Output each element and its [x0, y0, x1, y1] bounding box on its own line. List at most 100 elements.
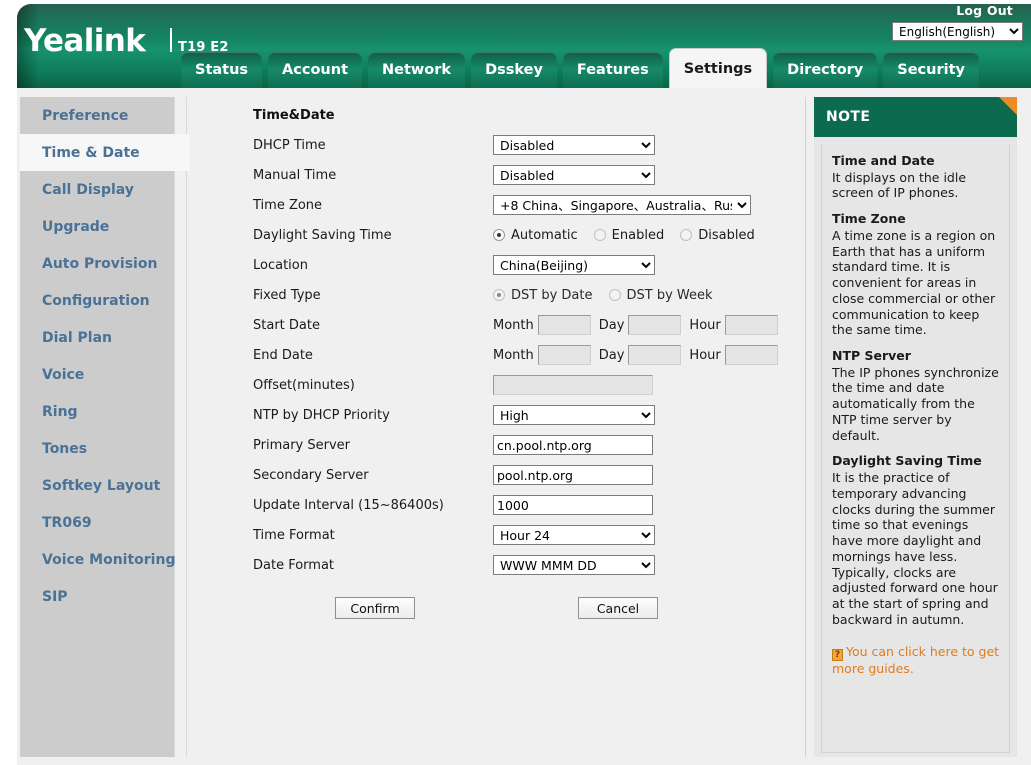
secondary-server-input[interactable] [493, 465, 653, 486]
sidebar-item-configuration[interactable]: Configuration [20, 282, 174, 319]
main-tab-bar: Status Account Network Dsskey Features Settin… [181, 48, 979, 88]
confirm-button[interactable]: Confirm [335, 597, 415, 619]
control-dhcp-time: Disabled [493, 135, 655, 156]
radio-label-dst-by-date: DST by Date [511, 287, 593, 303]
note-title: NOTE [826, 109, 871, 125]
radio-dst-by-week[interactable] [608, 289, 621, 301]
manual-time-select[interactable]: Disabled [493, 165, 655, 186]
tab-label: Dsskey [485, 62, 543, 78]
radio-disabled[interactable] [680, 229, 693, 241]
logout-link[interactable]: Log Out [956, 3, 1013, 18]
control-time-zone: +8 China、Singapore、Australia、Russia [493, 195, 751, 216]
sidebar-item-label: Ring [42, 403, 78, 420]
time-format-select[interactable]: Hour 24 [493, 525, 655, 546]
sidebar-item-dial-plan[interactable]: Dial Plan [20, 319, 174, 356]
control-secondary-server [493, 465, 653, 486]
fixed-type-radio-group: DST by Date DST by Week [493, 288, 723, 303]
note-paragraph: The IP phones synchronize the time and d… [832, 364, 999, 443]
row-location: Location China(Beijing) [187, 250, 807, 280]
note-corner-fold-icon [999, 97, 1017, 115]
language-select[interactable]: English(English) [892, 22, 1023, 41]
sidebar-item-time-date[interactable]: Time & Date [20, 134, 190, 171]
radio-dst-by-date[interactable] [493, 289, 505, 301]
time-zone-select[interactable]: +8 China、Singapore、Australia、Russia [493, 195, 751, 216]
sidebar-item-label: Dial Plan [42, 329, 113, 346]
sidebar-item-auto-provision[interactable]: Auto Provision [20, 245, 174, 282]
label-fixed-type: Fixed Type [253, 287, 321, 303]
radio-label-disabled: Disabled [698, 227, 755, 243]
sidebar-item-upgrade[interactable]: Upgrade [20, 208, 174, 245]
sidebar-item-ring[interactable]: Ring [20, 393, 174, 430]
tab-label: Directory [787, 62, 864, 78]
tab-label: Account [282, 62, 348, 78]
main-content-panel: Time&Date DHCP Time Disabled Manual Time… [186, 97, 806, 757]
cancel-button[interactable]: Cancel [578, 597, 658, 619]
sidebar-item-label: Voice Monitoring [42, 551, 176, 568]
tab-directory[interactable]: Directory [773, 52, 878, 88]
label-end-hour: Hour [689, 347, 721, 363]
tab-network[interactable]: Network [368, 52, 466, 88]
sidebar-item-call-display[interactable]: Call Display [20, 171, 174, 208]
start-month-input[interactable] [537, 315, 591, 335]
radio-label-enabled: Enabled [611, 227, 665, 243]
radio-label-dst-by-week: DST by Week [626, 287, 713, 303]
tab-label: Status [195, 62, 249, 78]
start-day-input[interactable] [628, 315, 682, 335]
location-select[interactable]: China(Beijing) [493, 255, 655, 276]
ntp-dhcp-priority-select[interactable]: High [493, 405, 655, 426]
label-ntp-dhcp-priority: NTP by DHCP Priority [253, 407, 390, 423]
label-secondary-server: Secondary Server [253, 467, 369, 483]
tab-security[interactable]: Security [883, 52, 979, 88]
sidebar-item-softkey-layout[interactable]: Softkey Layout [20, 467, 174, 504]
sidebar-item-voice[interactable]: Voice [20, 356, 174, 393]
control-start-date: Month Day Hour [493, 315, 778, 335]
tab-label: Features [576, 62, 649, 78]
radio-enabled[interactable] [593, 229, 606, 241]
end-day-input[interactable] [628, 345, 682, 365]
row-manual-time: Manual Time Disabled [187, 160, 807, 190]
sidebar-item-label: Tones [42, 440, 88, 457]
page-header: Yealink T19 E2 Log Out English(English) … [0, 0, 1031, 88]
row-update-interval: Update Interval (15~86400s) [187, 490, 807, 520]
note-sections: Time and Date It displays on the idle scr… [832, 153, 1000, 628]
primary-server-input[interactable] [493, 435, 653, 456]
sidebar-item-preference[interactable]: Preference [20, 97, 174, 134]
note-heading: Time Zone [832, 211, 906, 227]
control-ntp-dhcp-priority: High [493, 405, 655, 426]
label-location: Location [253, 257, 308, 273]
note-header: NOTE [814, 97, 1017, 137]
tab-features[interactable]: Features [562, 52, 663, 88]
control-end-date: Month Day Hour [493, 345, 778, 365]
control-offset-minutes [493, 375, 653, 396]
row-dhcp-time: DHCP Time Disabled [187, 130, 807, 160]
page-title: Time&Date [253, 108, 335, 123]
note-paragraph: It displays on the idle screen of IP pho… [832, 169, 967, 201]
row-primary-server: Primary Server [187, 430, 807, 460]
tab-settings[interactable]: Settings [668, 48, 768, 88]
control-date-format: WWW MMM DD [493, 555, 655, 576]
start-hour-input[interactable] [724, 315, 778, 335]
logo-divider [170, 28, 172, 52]
tab-dsskey[interactable]: Dsskey [471, 52, 557, 88]
update-interval-input[interactable] [493, 495, 653, 516]
daylight-saving-radio-group: Automatic Enabled Disabled [493, 228, 765, 243]
row-start-date: Start Date Month Day Hour [187, 310, 807, 340]
label-update-interval: Update Interval (15~86400s) [253, 497, 444, 513]
label-dhcp-time: DHCP Time [253, 137, 326, 153]
sidebar-item-tones[interactable]: Tones [20, 430, 174, 467]
radio-automatic[interactable] [493, 229, 505, 241]
tab-status[interactable]: Status [181, 52, 263, 88]
dhcp-time-select[interactable]: Disabled [493, 135, 655, 156]
label-offset-minutes: Offset(minutes) [253, 377, 355, 393]
row-date-format: Date Format WWW MMM DD [187, 550, 807, 580]
end-hour-input[interactable] [724, 345, 778, 365]
label-end-day: Day [598, 347, 625, 363]
tab-account[interactable]: Account [268, 52, 362, 88]
date-format-select[interactable]: WWW MMM DD [493, 555, 655, 576]
sidebar-item-tr069[interactable]: TR069 [20, 504, 174, 541]
sidebar-item-voice-monitoring[interactable]: Voice Monitoring [20, 541, 176, 578]
more-guides-link[interactable]: ? You can click here to get more guides. [832, 644, 1000, 677]
end-month-input[interactable] [537, 345, 591, 365]
sidebar-item-sip[interactable]: SIP [20, 578, 174, 615]
offset-minutes-input[interactable] [493, 375, 653, 396]
